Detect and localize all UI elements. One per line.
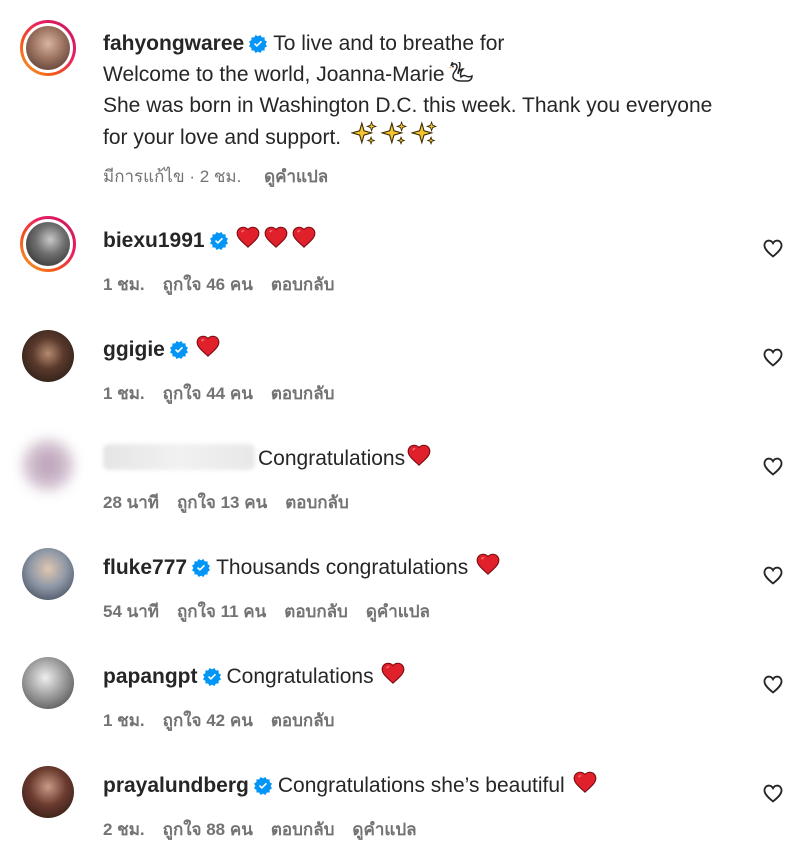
reply-button[interactable]: ตอบกลับ: [284, 602, 348, 621]
heart-outline-icon[interactable]: [762, 564, 784, 586]
sparkles-icon: [351, 121, 377, 147]
heart-outline-icon[interactable]: [762, 455, 784, 477]
red-heart-icon: [262, 224, 290, 250]
heart-outline-icon[interactable]: [762, 237, 784, 259]
blurred-username[interactable]: [103, 444, 255, 470]
avatar[interactable]: [20, 216, 76, 272]
avatar[interactable]: [22, 330, 74, 382]
red-heart-icon: [234, 224, 262, 250]
like-count[interactable]: ถูกใจ 11 คน: [177, 602, 266, 621]
reply-button[interactable]: ตอบกลับ: [271, 711, 335, 730]
comment-text: Congratulations: [258, 447, 406, 470]
username[interactable]: prayalundberg: [103, 774, 249, 797]
avatar[interactable]: [22, 766, 74, 818]
red-heart-icon: [405, 442, 433, 468]
username[interactable]: fahyongwaree: [103, 32, 244, 55]
verified-badge-icon: [249, 35, 267, 53]
username[interactable]: fluke777: [103, 556, 187, 579]
reply-button[interactable]: ตอบกลับ: [285, 493, 349, 512]
avatar[interactable]: [22, 439, 74, 491]
caption-line: To live and to breathe for: [273, 32, 505, 55]
sparkles-icon: [411, 121, 437, 147]
caption-line: for your love and support.: [103, 126, 342, 149]
reply-button[interactable]: ตอบกลับ: [271, 820, 335, 839]
see-translation-link[interactable]: ดูคำแปล: [352, 820, 416, 839]
comment-time: 1 ชม.: [103, 711, 145, 730]
username[interactable]: biexu1991: [103, 229, 205, 252]
like-count[interactable]: ถูกใจ 13 คน: [177, 493, 267, 512]
caption-line: She was born in Washington D.C. this wee…: [103, 94, 713, 117]
red-heart-icon: [474, 551, 502, 577]
avatar[interactable]: [22, 657, 74, 709]
verified-badge-icon: [203, 668, 221, 686]
comment-time: 28 นาที: [103, 493, 160, 512]
comment-time: 2 ชม.: [103, 820, 145, 839]
heart-outline-icon[interactable]: [762, 673, 784, 695]
like-count[interactable]: ถูกใจ 88 คน: [163, 820, 253, 839]
see-translation-link[interactable]: ดูคำแปล: [264, 167, 328, 186]
see-translation-link[interactable]: ดูคำแปล: [366, 602, 430, 621]
edited-timestamp: มีการแก้ไข · 2 ชม.: [103, 167, 242, 186]
reply-button[interactable]: ตอบกลับ: [271, 384, 335, 403]
avatar[interactable]: [20, 20, 76, 76]
comment-text: Congratulations: [226, 665, 374, 688]
verified-badge-icon: [192, 559, 210, 577]
like-count[interactable]: ถูกใจ 44 คน: [163, 384, 253, 403]
sparkles-icon: [381, 121, 407, 147]
swan-icon: [448, 59, 473, 82]
like-count[interactable]: ถูกใจ 46 คน: [163, 275, 253, 294]
caption-line: Welcome to the world, Joanna-Marie: [103, 63, 445, 86]
verified-badge-icon: [170, 341, 188, 359]
comment-time: 1 ชม.: [103, 275, 145, 294]
heart-outline-icon[interactable]: [762, 346, 784, 368]
avatar[interactable]: [22, 548, 74, 600]
comment-time: 54 นาที: [103, 602, 160, 621]
verified-badge-icon: [254, 777, 272, 795]
red-heart-icon: [194, 333, 222, 359]
red-heart-icon: [290, 224, 318, 250]
verified-badge-icon: [210, 232, 228, 250]
username[interactable]: papangpt: [103, 665, 198, 688]
like-count[interactable]: ถูกใจ 42 คน: [163, 711, 253, 730]
username[interactable]: ggigie: [103, 338, 165, 361]
red-heart-icon: [571, 769, 599, 795]
comment-text: Congratulations she’s beautiful: [277, 774, 565, 797]
comment-time: 1 ชม.: [103, 384, 145, 403]
heart-outline-icon[interactable]: [762, 782, 784, 804]
reply-button[interactable]: ตอบกลับ: [271, 275, 335, 294]
comment-text: Thousands congratulations: [216, 556, 469, 579]
red-heart-icon: [379, 660, 407, 686]
